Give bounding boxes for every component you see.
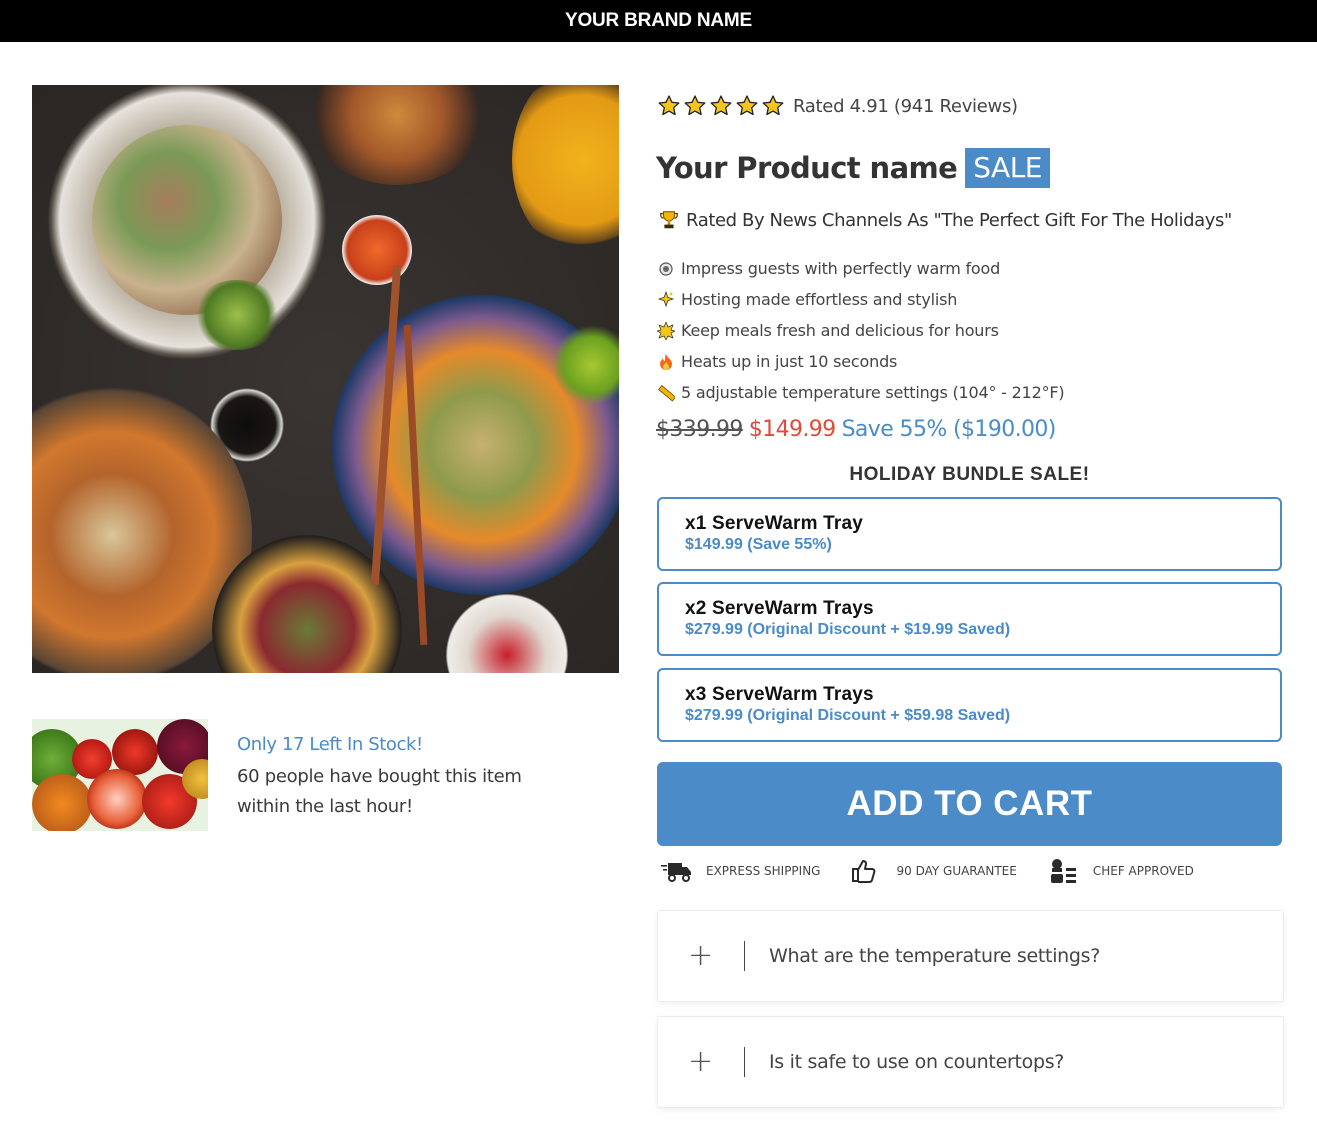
award-line: Rated By News Channels As "The Perfect G… — [658, 209, 1232, 231]
plate-icon — [657, 260, 675, 278]
feature-item: Hosting made effortless and stylish — [657, 284, 1064, 315]
current-price: $149.99 — [748, 417, 836, 442]
feature-item: Heats up in just 10 seconds — [657, 346, 1064, 377]
truck-icon — [661, 863, 691, 882]
product-image[interactable] — [32, 85, 619, 673]
product-title-row: Your Product name SALE — [656, 148, 1050, 188]
badge-express-shipping: EXPRESS SHIPPING — [660, 857, 820, 885]
feature-item: Impress guests with perfectly warm food — [657, 253, 1064, 284]
brand-name[interactable]: YOUR BRAND NAME — [565, 10, 752, 32]
trophy-icon — [660, 211, 678, 229]
plus-icon[interactable]: + — [688, 941, 732, 971]
faq-item[interactable]: + Is it safe to use on countertops? — [657, 1016, 1284, 1108]
bundle-option-price: $279.99 (Original Discount + $59.98 Save… — [685, 707, 1011, 724]
rating[interactable]: Rated 4.91 (941 Reviews) — [657, 94, 1018, 118]
original-price: $339.99 — [656, 417, 743, 442]
star-icon — [710, 95, 732, 116]
feature-item: 5 adjustable temperature settings (104° … — [657, 377, 1065, 408]
badge-label: CHEF APPROVED — [1092, 864, 1194, 878]
burst-icon — [657, 321, 675, 340]
star-icon — [684, 95, 706, 116]
bundle-option-name: x1 ServeWarm Tray — [685, 513, 864, 534]
bundle-option-price: $149.99 (Save 55%) — [685, 536, 832, 553]
faq-question: Is it safe to use on countertops? — [769, 1051, 1065, 1073]
product-title: Your Product name — [656, 151, 958, 185]
bundle-option-name: x3 ServeWarm Trays — [685, 684, 874, 705]
stock-text: 60 people have bought this item within t… — [237, 766, 522, 817]
sparkle-icon — [657, 290, 675, 309]
award-text: Rated By News Channels As "The Perfect G… — [686, 209, 1232, 231]
add-to-cart-button[interactable]: ADD TO CART — [657, 762, 1282, 846]
star-icon — [762, 95, 784, 116]
badge-guarantee: 90 DAY GUARANTEE — [850, 857, 1017, 885]
divider — [744, 941, 745, 971]
feature-text: 5 adjustable temperature settings (104° … — [681, 383, 1065, 402]
bundle-option-price: $279.99 (Original Discount + $19.99 Save… — [685, 621, 1011, 638]
ruler-icon — [657, 384, 675, 402]
badge-label: EXPRESS SHIPPING — [706, 864, 821, 878]
chef-icon — [1050, 859, 1076, 883]
bundle-option-name: x2 ServeWarm Trays — [685, 598, 874, 619]
feature-text: Keep meals fresh and delicious for hours — [681, 321, 999, 340]
bundle-option-2[interactable]: x2 ServeWarm Trays $279.99 (Original Dis… — [657, 582, 1282, 656]
faq-item[interactable]: + What are the temperature settings? — [657, 910, 1284, 1002]
savings-text: Save 55% ($190.00) — [841, 417, 1057, 442]
sale-badge: SALE — [965, 148, 1050, 188]
rating-text: Rated 4.91 (941 Reviews) — [793, 95, 1018, 117]
price-row: $339.99 $149.99 Save 55% ($190.00) — [656, 417, 1056, 442]
bundle-heading: HOLIDAY BUNDLE SALE! — [849, 464, 1090, 485]
plus-icon[interactable]: + — [688, 1047, 732, 1077]
trust-badges: EXPRESS SHIPPING 90 DAY GUARANTEE CHEF A… — [660, 857, 1224, 885]
badge-label: 90 DAY GUARANTEE — [896, 864, 1017, 878]
feature-text: Heats up in just 10 seconds — [681, 352, 898, 371]
divider — [744, 1047, 745, 1077]
feature-text: Impress guests with perfectly warm food — [681, 259, 1001, 278]
bundle-option-3[interactable]: x3 ServeWarm Trays $279.99 (Original Dis… — [657, 668, 1282, 742]
faq-question: What are the temperature settings? — [769, 945, 1101, 967]
badge-chef-approved: CHEF APPROVED — [1047, 857, 1194, 885]
star-icon — [736, 95, 758, 116]
bundle-option-1[interactable]: x1 ServeWarm Tray $149.99 (Save 55%) — [657, 497, 1282, 571]
star-icon — [658, 95, 680, 116]
thumbs-up-icon — [852, 860, 876, 883]
feature-list: Impress guests with perfectly warm food … — [657, 253, 1065, 408]
produce-image — [32, 719, 208, 831]
top-bar: YOUR BRAND NAME — [0, 0, 1317, 42]
feature-item: Keep meals fresh and delicious for hours — [657, 315, 1064, 346]
stock-title: Only 17 Left In Stock! — [237, 734, 423, 755]
fire-icon — [657, 353, 675, 371]
feature-text: Hosting made effortless and stylish — [681, 290, 958, 309]
